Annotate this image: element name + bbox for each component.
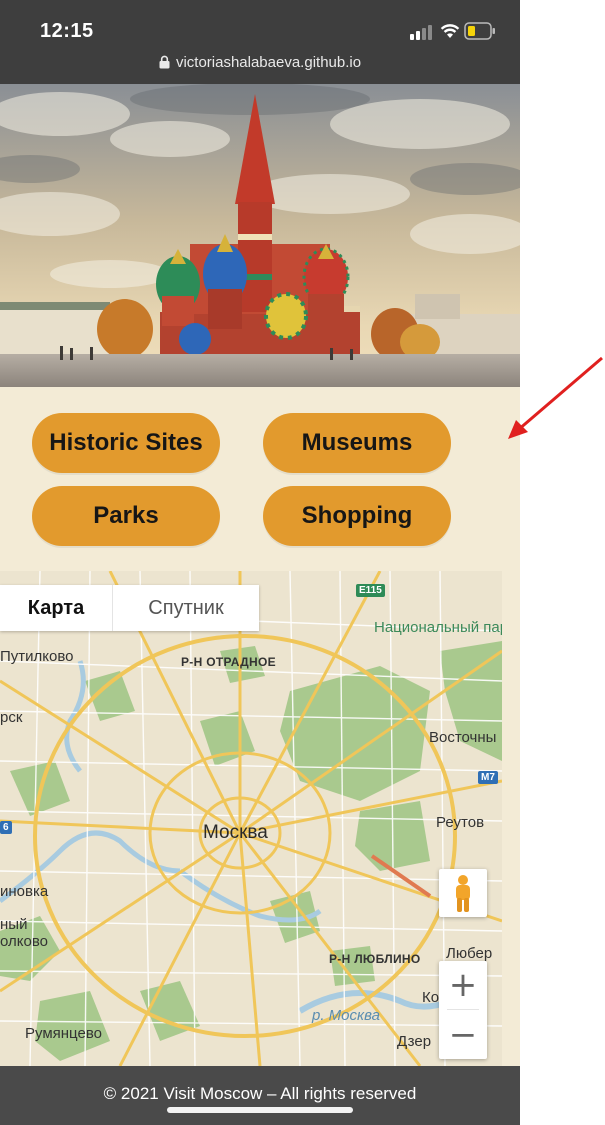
wifi-icon [440, 24, 460, 38]
battery-icon [464, 22, 495, 40]
map-label-lyuber: Любер [446, 945, 493, 962]
signal-icon [410, 25, 432, 40]
zoom-control: + − [439, 961, 487, 1059]
footer: © 2021 Visit Moscow – All rights reserve… [0, 1066, 520, 1125]
status-bar: 12:15 victoriashalabaeva.github.io [0, 0, 520, 84]
road-shield-6: 6 [0, 821, 12, 834]
lock-icon [159, 55, 170, 69]
map-label-lyublino: Р-Н ЛЮБЛИНО [329, 952, 421, 966]
historic-sites-button[interactable]: Historic Sites [32, 413, 220, 473]
map-label-moscow: Москва [203, 822, 268, 843]
map-label-park: Национальный парк « Лосиный остров» [374, 619, 502, 636]
map-label-reutov: Реутов [436, 814, 485, 831]
annotation-arrow [508, 356, 603, 439]
status-time: 12:15 [40, 20, 94, 42]
map-label-dzer: Дзер [397, 1033, 432, 1050]
url-text: victoriashalabaeva.github.io [175, 54, 362, 71]
zoom-in-button[interactable]: + [439, 961, 487, 1009]
home-indicator[interactable] [167, 1107, 353, 1113]
map-label-rsk: рск [0, 709, 23, 726]
map-label-vostochny: Восточны [429, 729, 497, 746]
map-type-satellite-button[interactable]: Спутник [112, 585, 259, 631]
map-type-map-button[interactable]: Карта [0, 585, 112, 631]
shopping-button[interactable]: Shopping [263, 486, 451, 546]
map-label-river: р. Москва [312, 1007, 380, 1024]
museums-button[interactable]: Museums [263, 413, 451, 473]
map-type-control: Карта Спутник [0, 585, 259, 631]
zoom-out-button[interactable]: − [439, 1011, 487, 1059]
street-view-button[interactable] [439, 869, 487, 917]
map-label-olkovo: ный олково [0, 916, 48, 950]
category-buttons: Historic Sites Museums Parks Shopping [0, 387, 502, 571]
road-shield-m7: M7 [478, 771, 498, 784]
map-label-inovka: иновка [0, 883, 49, 900]
hero-image [0, 84, 520, 387]
footer-copyright: © 2021 Visit Moscow – All rights reserve… [103, 1084, 417, 1103]
road-shield-e115: E115 [356, 584, 385, 597]
parks-button[interactable]: Parks [32, 486, 220, 546]
map-label-otradnoe: Р-Н ОТРАДНОЕ [181, 655, 276, 669]
map[interactable]: Карта Спутник E115 M7 6 Национальный пар… [0, 571, 502, 1066]
phone-screen: 12:15 victoriashalabaeva.github.io Histo… [0, 0, 520, 1125]
pegman-icon [456, 875, 470, 912]
map-label-putilkovo: Путилково [0, 648, 74, 665]
url-bar[interactable]: victoriashalabaeva.github.io [0, 54, 520, 71]
map-label-rumyantsevo: Румянцево [25, 1025, 102, 1042]
zoom-divider [447, 1009, 479, 1010]
map-label-ko: Ко [422, 989, 440, 1006]
